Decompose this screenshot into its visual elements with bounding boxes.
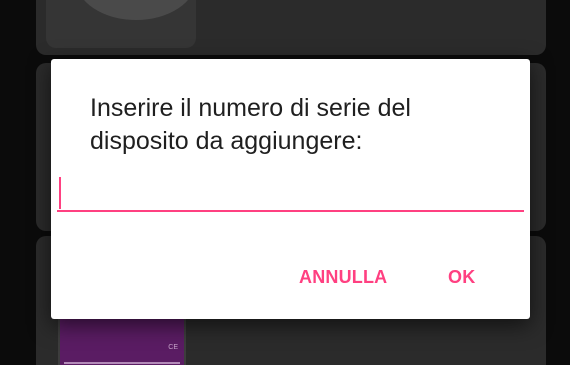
device-thumbnail	[46, 0, 196, 48]
app-screen: CE Inserire il numero di serie del dispo…	[0, 0, 570, 365]
device-strip	[64, 362, 180, 364]
dialog-message: Inserire il numero di serie del disposit…	[90, 94, 411, 155]
cancel-button[interactable]: ANNULLA	[291, 259, 395, 295]
serial-number-input[interactable]	[57, 172, 524, 212]
device-dial-image	[76, 0, 196, 20]
add-device-dialog: Inserire il numero di serie del disposit…	[51, 59, 530, 319]
text-cursor	[59, 177, 61, 209]
ok-button[interactable]: OK	[440, 259, 483, 295]
ce-mark: CE	[168, 344, 178, 351]
